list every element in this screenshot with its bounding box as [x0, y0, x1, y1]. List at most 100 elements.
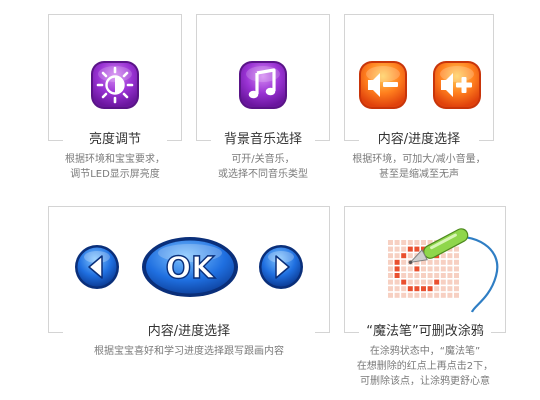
- doodle-dot: [394, 246, 400, 252]
- doodle-dot: [454, 273, 459, 278]
- doodle-dot: [401, 259, 407, 265]
- doodle-dot-on: [414, 266, 420, 272]
- doodle-dot: [414, 240, 420, 245]
- navigation-buttons: OK: [74, 236, 304, 298]
- doodle-dot: [434, 286, 440, 292]
- ok-label: OK: [166, 251, 217, 286]
- brightness-icon: [91, 61, 139, 109]
- card-title: 内容/进度选择: [147, 324, 231, 339]
- magic-pen-illustration: [388, 228, 499, 313]
- doodle-dot: [427, 279, 433, 285]
- card-title: 亮度调节: [88, 132, 141, 147]
- doodle-dot: [421, 266, 426, 272]
- doodle-dot: [427, 292, 433, 298]
- doodle-dot: [401, 292, 407, 298]
- doodle-dot: [421, 279, 426, 285]
- doodle-dot: [434, 292, 440, 298]
- doodle-dot: [454, 253, 459, 259]
- doodle-dot: [394, 286, 400, 292]
- volume-up-icon: [433, 61, 481, 109]
- doodle-dot: [440, 253, 446, 259]
- doodle-dot: [440, 279, 446, 285]
- doodle-dot: [388, 253, 393, 259]
- doodle-dot-on: [394, 266, 400, 272]
- doodle-dot: [440, 259, 446, 265]
- doodle-dot: [440, 286, 446, 292]
- doodle-dot: [427, 259, 433, 265]
- doodle-dot: [454, 266, 459, 272]
- doodle-dot: [414, 273, 420, 278]
- right-arrow-button: [259, 245, 303, 289]
- doodle-dot-on: [407, 246, 413, 252]
- doodle-dot: [447, 259, 453, 265]
- doodle-dot: [447, 266, 453, 272]
- doodle-dot: [440, 273, 446, 278]
- doodle-dot: [407, 273, 413, 278]
- doodle-dot: [394, 279, 400, 285]
- doodle-dot: [447, 279, 453, 285]
- doodle-dot: [394, 253, 400, 259]
- doodle-dot: [434, 259, 440, 265]
- doodle-dot: [407, 292, 413, 298]
- doodle-dot: [427, 273, 433, 278]
- card-description: 根据环境和宝宝要求， 调节LED显示屏亮度: [65, 154, 165, 180]
- doodle-dot: [407, 266, 413, 272]
- doodle-dot-on: [421, 286, 426, 292]
- doodle-dot: [440, 266, 446, 272]
- doodle-dot: [388, 279, 393, 285]
- card-title: 背景音乐选择: [223, 132, 302, 147]
- feature-card-volume: 内容/进度选择 根据环境，可加大/减小音量， 甚至是缩减至无声: [344, 14, 494, 192]
- doodle-dot: [401, 246, 407, 252]
- doodle-dot: [440, 292, 446, 298]
- doodle-dot: [427, 266, 433, 272]
- doodle-dot: [454, 246, 459, 252]
- doodle-dot: [414, 279, 420, 285]
- doodle-dot: [401, 266, 407, 272]
- doodle-dot: [388, 292, 393, 298]
- feature-card-music: 背景音乐选择 可开/关音乐， 或选择不同音乐类型: [196, 14, 330, 192]
- doodle-dot: [401, 240, 407, 245]
- card-title: 内容/进度选择: [377, 132, 461, 147]
- doodle-dot: [447, 286, 453, 292]
- doodle-dot: [454, 292, 459, 298]
- doodle-dot: [434, 266, 440, 272]
- doodle-dot-on: [414, 286, 420, 292]
- doodle-dot: [388, 240, 393, 245]
- doodle-dot: [388, 273, 393, 278]
- card-description: 在涂鸦状态中，“魔法笔” 在想删除的红点上再点击2下， 可删除该点，让涂鸦更舒心…: [356, 346, 494, 387]
- feature-card-navigation: OK 内容/进度选择 根据宝宝喜好和学习进度选择跟写跟画内容: [48, 206, 330, 378]
- doodle-dot-on: [401, 279, 407, 285]
- card-description: 可开/关音乐， 或选择不同音乐类型: [218, 154, 308, 180]
- doodle-dot-on: [434, 279, 440, 285]
- doodle-dot: [447, 292, 453, 298]
- doodle-dot: [388, 266, 393, 272]
- doodle-dot-on: [401, 253, 407, 259]
- feature-card-brightness: 亮度调节 根据环境和宝宝要求， 调节LED显示屏亮度: [48, 14, 182, 192]
- ok-button: OK: [142, 237, 238, 297]
- doodle-dot: [394, 292, 400, 298]
- doodle-dot: [407, 253, 413, 259]
- feature-card-magic-pen: “魔法笔”可删改涂鸦 在涂鸦状态中，“魔法笔” 在想删除的红点上再点击2下， 可…: [344, 206, 506, 396]
- doodle-dot: [447, 273, 453, 278]
- doodle-dot: [447, 253, 453, 259]
- doodle-dot: [401, 273, 407, 278]
- doodle-dot: [421, 273, 426, 278]
- doodle-dot: [414, 292, 420, 298]
- doodle-dot: [421, 240, 426, 245]
- doodle-dot: [401, 286, 407, 292]
- doodle-dot: [421, 292, 426, 298]
- doodle-dot: [388, 259, 393, 265]
- doodle-dot: [434, 273, 440, 278]
- doodle-dot: [388, 246, 393, 252]
- doodle-dot: [454, 279, 459, 285]
- doodle-dot: [454, 286, 459, 292]
- card-description: 根据环境，可加大/减小音量， 甚至是缩减至无声: [352, 154, 486, 180]
- left-arrow-button: [75, 245, 119, 289]
- doodle-dot: [454, 259, 459, 265]
- doodle-dot-on: [394, 273, 400, 278]
- card-description: 根据宝宝喜好和学习进度选择跟写跟画内容: [94, 346, 284, 357]
- doodle-dot: [394, 240, 400, 245]
- doodle-dot: [407, 279, 413, 285]
- doodle-dot-on: [394, 259, 400, 265]
- doodle-dot-on: [427, 286, 433, 292]
